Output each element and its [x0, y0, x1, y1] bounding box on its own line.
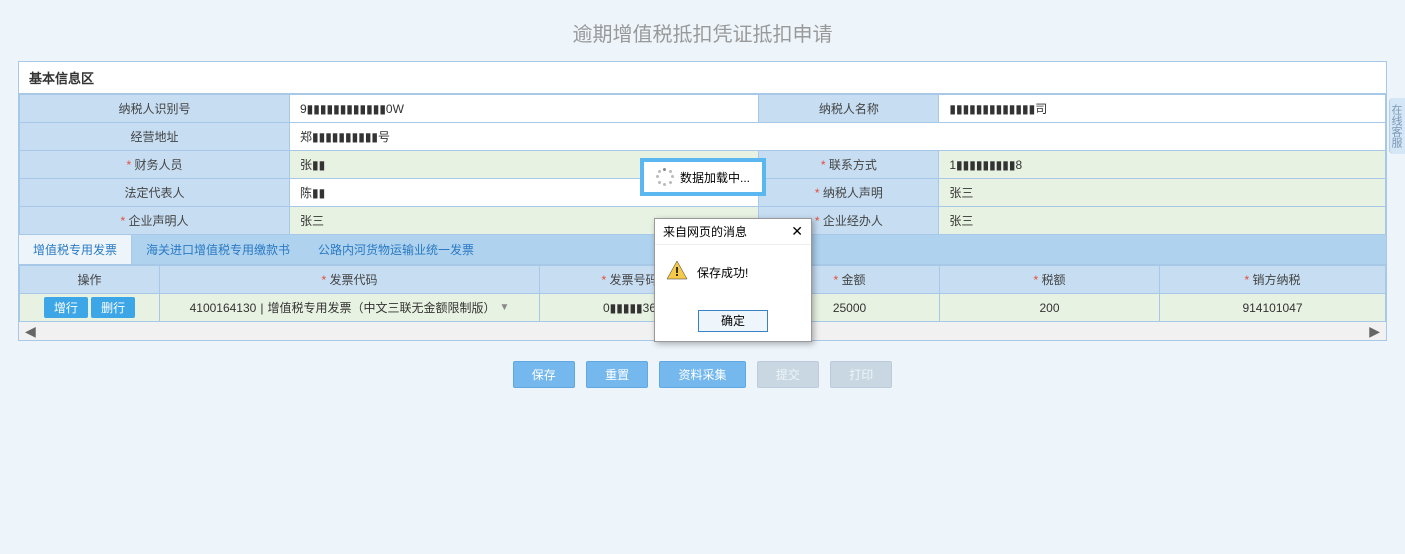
label-fin-staff: 财务人员: [20, 151, 290, 179]
tab-road-river-transport[interactable]: 公路内河货物运输业统一发票: [304, 235, 488, 264]
col-seller: 销方纳税: [1160, 266, 1386, 294]
page-title: 逾期增值税抵扣凭证抵扣申请: [0, 0, 1405, 61]
tab-vat-invoice[interactable]: 增值税专用发票: [19, 235, 132, 264]
save-button[interactable]: 保存: [513, 361, 575, 388]
label-taxpayer-id: 纳税人识别号: [20, 95, 290, 123]
tab-customs-import[interactable]: 海关进口增值税专用缴款书: [132, 235, 304, 264]
close-icon[interactable]: ✕: [791, 223, 803, 240]
col-tax: 税额: [940, 266, 1160, 294]
dialog-message: 保存成功!: [697, 264, 748, 281]
value-contact[interactable]: 1▮▮▮▮▮▮▮▮▮8: [939, 151, 1386, 179]
warning-icon: [665, 259, 689, 286]
del-row-button[interactable]: 删行: [91, 297, 135, 318]
value-biz-addr: 郑▮▮▮▮▮▮▮▮▮▮号: [290, 123, 1386, 151]
value-taxpayer-name: ▮▮▮▮▮▮▮▮▮▮▮▮▮司: [939, 95, 1386, 123]
code-prefix: 4100164130: [190, 301, 257, 315]
label-legal-rep: 法定代表人: [20, 179, 290, 207]
col-op: 操作: [20, 266, 160, 294]
dialog-ok-button[interactable]: 确定: [698, 310, 768, 332]
scroll-right-icon[interactable]: ▶: [1369, 323, 1380, 340]
dialog-title: 来自网页的消息: [663, 223, 747, 240]
label-taxpayer-name: 纳税人名称: [759, 95, 939, 123]
add-row-button[interactable]: 增行: [44, 297, 88, 318]
side-tab-support[interactable]: 在线客服: [1389, 98, 1405, 154]
panel-header: 基本信息区: [19, 62, 1386, 94]
loading-overlay: 数据加载中...: [640, 158, 766, 196]
scroll-left-icon[interactable]: ◀: [25, 323, 36, 340]
loading-text: 数据加载中...: [680, 169, 750, 186]
value-taxpayer-id: 9▮▮▮▮▮▮▮▮▮▮▮▮0W: [290, 95, 759, 123]
value-tax-decl[interactable]: 张三: [939, 179, 1386, 207]
value-corp-handler[interactable]: 张三: [939, 207, 1386, 235]
footer-buttons: 保存 重置 资料采集 提交 打印: [0, 341, 1405, 408]
label-contact: 联系方式: [759, 151, 939, 179]
message-dialog: 来自网页的消息 ✕ 保存成功! 确定: [654, 218, 812, 342]
code-select-text: 增值税专用发票（中文三联无金额限制版）: [267, 299, 495, 316]
submit-button: 提交: [757, 361, 819, 388]
spinner-icon: [656, 168, 674, 186]
col-code: 发票代码: [160, 266, 540, 294]
label-biz-addr: 经营地址: [20, 123, 290, 151]
label-tax-decl: 纳税人声明: [759, 179, 939, 207]
chevron-down-icon[interactable]: ▼: [499, 302, 509, 313]
print-button: 打印: [830, 361, 892, 388]
cell-op: 增行 删行: [20, 294, 160, 322]
cell-code[interactable]: 4100164130 | 增值税专用发票（中文三联无金额限制版） ▼: [160, 294, 540, 322]
label-corp-decl: 企业声明人: [20, 207, 290, 235]
collect-button[interactable]: 资料采集: [659, 361, 745, 388]
cell-seller[interactable]: 914101047: [1160, 294, 1386, 322]
cell-tax[interactable]: 200: [940, 294, 1160, 322]
reset-button[interactable]: 重置: [586, 361, 648, 388]
